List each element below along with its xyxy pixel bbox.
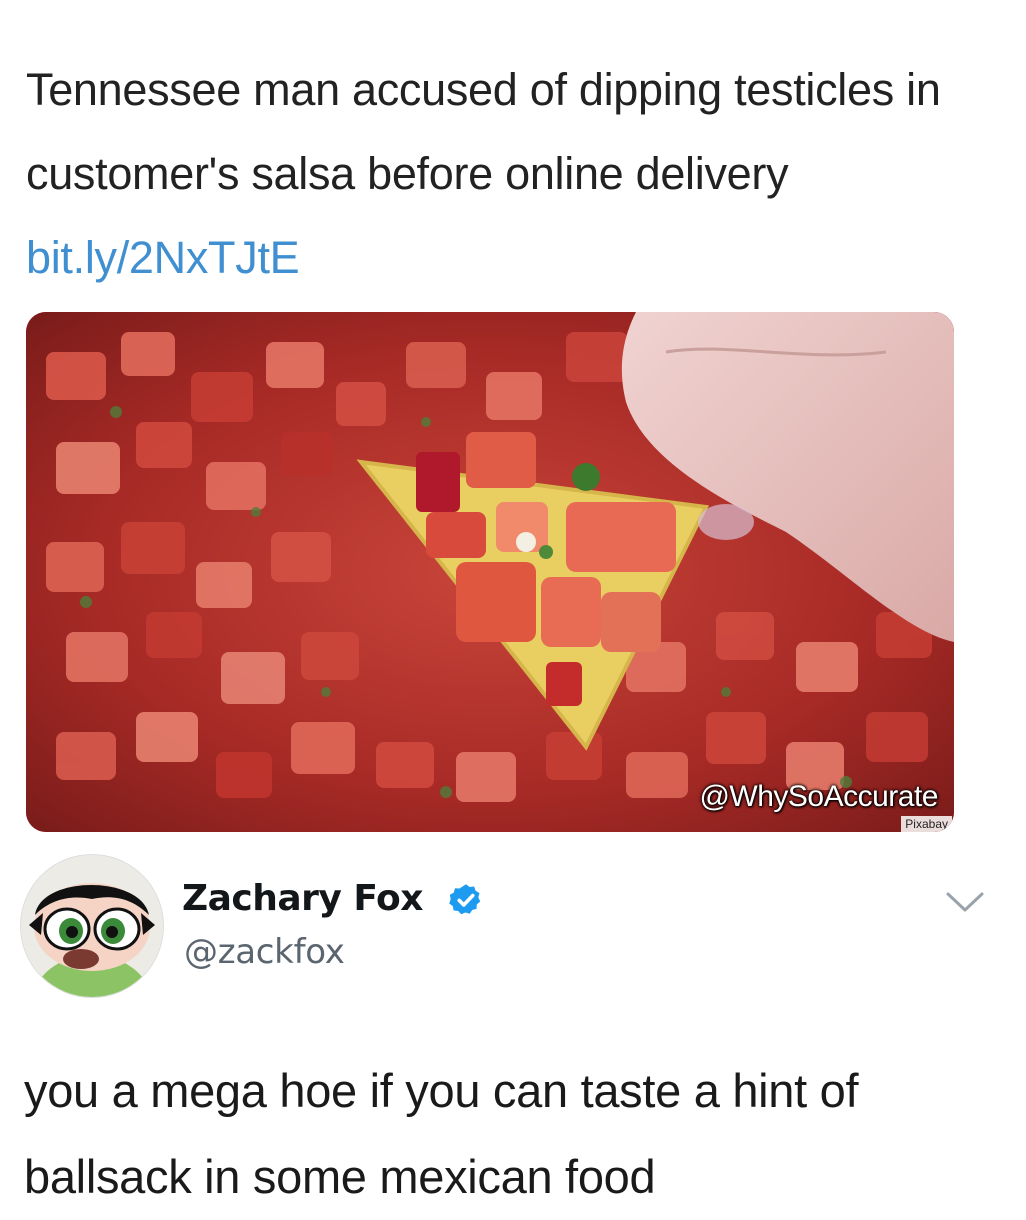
verified-badge-icon [449, 884, 481, 915]
headline-text: Tennessee man accused of dipping testicl… [26, 64, 941, 199]
watermark-label: @WhySoAccurate [699, 780, 938, 813]
salsa-chip-photo [26, 312, 954, 832]
photo-credit: Pixabay [901, 816, 952, 832]
article-link[interactable]: bit.ly/2NxTJtE [26, 232, 300, 283]
avatar[interactable] [20, 854, 164, 998]
media-image[interactable]: @WhySoAccurate Pixabay [26, 312, 954, 832]
tweet-author: Zachary Fox @zackfox [20, 850, 1006, 1000]
tweet-text: you a mega hoe if you can taste a hint o… [24, 1064, 859, 1203]
avatar-illustration [21, 855, 163, 997]
quoted-headline: Tennessee man accused of dipping testicl… [26, 48, 986, 300]
user-handle[interactable]: @zackfox [184, 932, 345, 972]
chevron-down-icon[interactable] [942, 886, 988, 920]
display-name[interactable]: Zachary Fox [182, 878, 424, 919]
